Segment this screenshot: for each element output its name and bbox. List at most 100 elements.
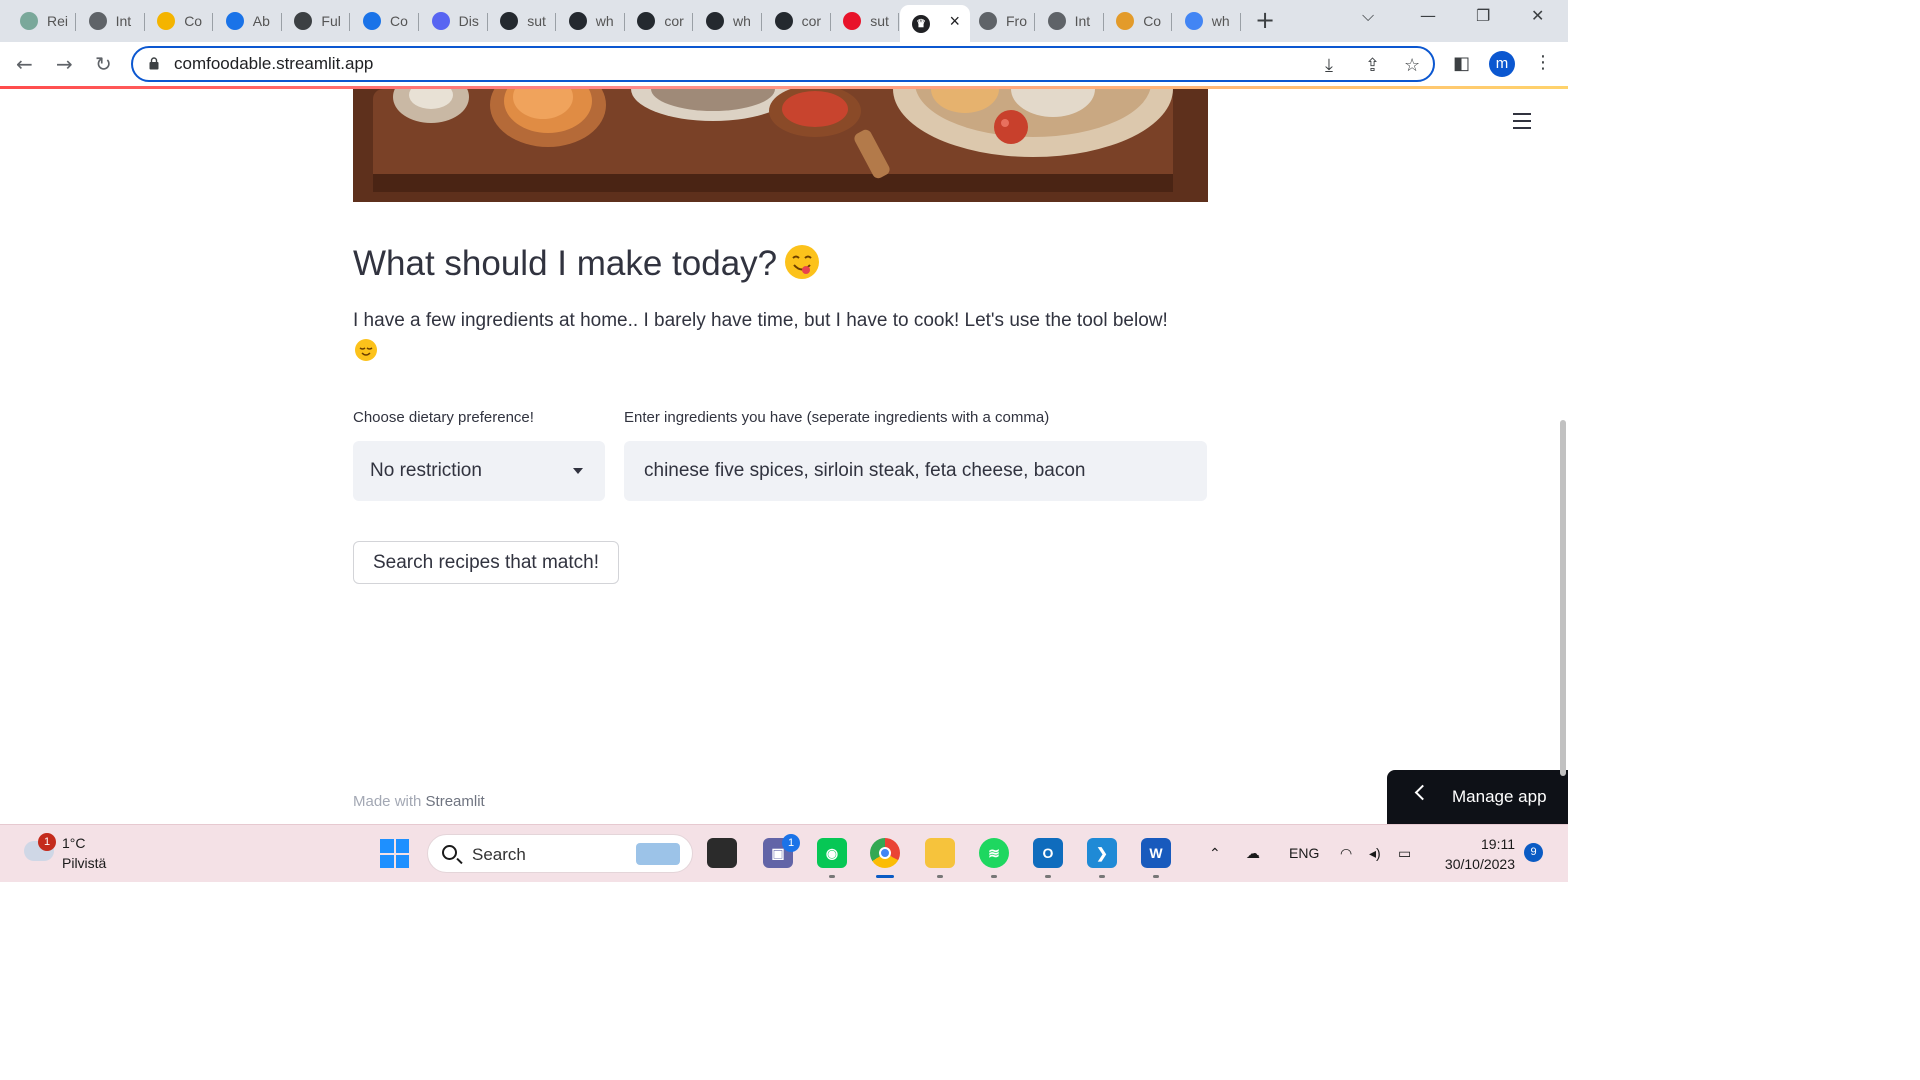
- battery-icon[interactable]: ▭: [1398, 845, 1411, 862]
- browser-tab-label: Rei: [47, 13, 69, 29]
- weather-badge: 1: [38, 833, 56, 851]
- running-indicator: [1153, 875, 1159, 878]
- browser-tab-label: Int: [1074, 13, 1091, 29]
- browser-tab[interactable]: Int: [1036, 5, 1104, 37]
- running-indicator: [937, 875, 943, 878]
- page-scrollbar[interactable]: [1560, 420, 1566, 776]
- manage-app-button[interactable]: Manage app: [1387, 770, 1568, 824]
- share-icon[interactable]: ⇪: [1365, 55, 1380, 76]
- browser-tab[interactable]: sut: [488, 5, 557, 37]
- shield-icon: [225, 12, 244, 30]
- browser-tab[interactable]: Co: [145, 5, 214, 37]
- running-indicator: [1099, 875, 1105, 878]
- browser-tab-label: sut: [870, 13, 889, 29]
- outlook-icon[interactable]: O: [1033, 838, 1063, 868]
- browser-tab[interactable]: wh: [557, 5, 625, 37]
- spotify-icon[interactable]: ≋: [979, 838, 1009, 868]
- taskbar-search-box[interactable]: Search: [427, 834, 693, 873]
- browser-tab[interactable]: Fro: [967, 5, 1035, 37]
- shield-icon: [363, 12, 381, 30]
- chevron-left-icon: [1414, 784, 1431, 801]
- browser-tab-label: Co: [1143, 13, 1162, 29]
- volume-icon[interactable]: ◂): [1369, 845, 1381, 862]
- app-menu-icon[interactable]: [1513, 113, 1535, 131]
- close-tab-icon[interactable]: ×: [949, 11, 960, 32]
- profile-avatar[interactable]: m: [1489, 51, 1515, 77]
- vscode-icon[interactable]: ❯: [1087, 838, 1117, 868]
- github-icon: [706, 12, 724, 30]
- url-text: comfoodable.streamlit.app: [174, 54, 374, 73]
- dietary-preference-select[interactable]: No restriction: [353, 441, 605, 501]
- yum-face-emoji-icon: [785, 245, 820, 279]
- close-window-button[interactable]: ✕: [1531, 6, 1544, 25]
- globe-icon: [1047, 12, 1066, 30]
- restore-button[interactable]: ❐: [1476, 6, 1490, 25]
- m-logo-icon: [1116, 12, 1135, 30]
- streamlit-crown-icon: [843, 12, 862, 30]
- new-tab-button[interactable]: +: [1252, 8, 1278, 34]
- reload-button[interactable]: ↻: [95, 52, 112, 76]
- browser-tab[interactable]: Ful: [282, 5, 351, 37]
- footer-made-with: Made with Streamlit: [353, 793, 485, 810]
- weather-condition[interactable]: Pilvistä: [62, 855, 106, 871]
- wifi-icon[interactable]: ◠: [1340, 845, 1352, 862]
- browser-tab-label: wh: [1211, 13, 1230, 29]
- square-icon: [294, 12, 313, 30]
- browser-toolbar: ← → ↻ comfoodable.streamlit.app ⤓ ⇪ ☆ ◧ …: [0, 42, 1568, 86]
- minimize-button[interactable]: —: [1420, 6, 1436, 25]
- browser-tab[interactable]: Dis: [420, 5, 488, 37]
- food-banner-image: [353, 89, 1208, 202]
- line-app-icon[interactable]: ◉: [817, 838, 847, 868]
- browser-tab-label: sut: [527, 13, 546, 29]
- relieved-face-emoji-icon: [355, 339, 377, 361]
- browser-tab[interactable]: wh: [1173, 5, 1241, 37]
- streamlit-link[interactable]: Streamlit: [426, 793, 485, 810]
- chrome-icon[interactable]: [870, 838, 900, 868]
- word-icon[interactable]: W: [1141, 838, 1171, 868]
- browser-tab[interactable]: Rei: [8, 5, 76, 37]
- google-icon: [1184, 12, 1203, 30]
- onedrive-error-icon[interactable]: ☁: [1246, 845, 1260, 862]
- chat-bubble-icon: [157, 12, 176, 30]
- bookmark-star-icon[interactable]: ☆: [1404, 55, 1420, 76]
- back-button[interactable]: ←: [16, 52, 33, 76]
- search-highlight-icon: [636, 843, 680, 865]
- clock-time: 19:11: [1481, 836, 1515, 852]
- browser-tab[interactable]: Int: [77, 5, 145, 37]
- running-indicator: [829, 875, 835, 878]
- notification-count-badge[interactable]: 9: [1524, 843, 1543, 862]
- weather-temperature[interactable]: 1°C: [62, 835, 86, 851]
- file-explorer-icon[interactable]: [925, 838, 955, 868]
- chevron-up-icon[interactable]: ⌃: [1209, 845, 1221, 862]
- browser-tab[interactable]: Ab: [214, 5, 282, 37]
- browser-tab-label: wh: [733, 13, 751, 29]
- github-icon: [568, 12, 587, 30]
- input-language[interactable]: ENG: [1289, 845, 1319, 861]
- browser-tab[interactable]: sut: [831, 5, 900, 37]
- browser-tab[interactable]: Co: [351, 5, 419, 37]
- tab-search-chevron-icon[interactable]: ⌵: [1362, 6, 1374, 26]
- page-description: I have a few ingredients at home.. I bar…: [353, 305, 1213, 367]
- tab-active-comfoodable[interactable]: ♛ ×: [900, 5, 970, 42]
- address-bar[interactable]: comfoodable.streamlit.app ⤓ ⇪ ☆: [131, 46, 1435, 82]
- caret-down-icon: [573, 468, 583, 474]
- manage-app-label: Manage app: [1452, 787, 1547, 806]
- windows-start-icon[interactable]: [380, 839, 409, 868]
- forward-button[interactable]: →: [56, 52, 73, 76]
- browser-tab[interactable]: Co: [1104, 5, 1173, 37]
- browser-tab[interactable]: cor: [763, 5, 831, 37]
- more-menu-icon[interactable]: ⋮: [1534, 52, 1552, 73]
- browser-tab-label: wh: [595, 13, 614, 29]
- lock-icon: [149, 57, 159, 70]
- side-panel-icon[interactable]: ◧: [1453, 53, 1470, 74]
- github-icon: [637, 12, 656, 30]
- browser-tab[interactable]: cor: [625, 5, 694, 37]
- ingredients-input[interactable]: [624, 441, 1207, 501]
- search-recipes-button[interactable]: Search recipes that match!: [353, 541, 619, 584]
- teams-badge: 1: [782, 834, 800, 852]
- browser-tab[interactable]: wh: [694, 5, 762, 37]
- task-view-icon[interactable]: [707, 838, 737, 868]
- running-indicator: [1045, 875, 1051, 878]
- install-app-icon[interactable]: ⤓: [1325, 55, 1333, 76]
- system-clock[interactable]: 19:11 30/10/2023: [1445, 834, 1515, 874]
